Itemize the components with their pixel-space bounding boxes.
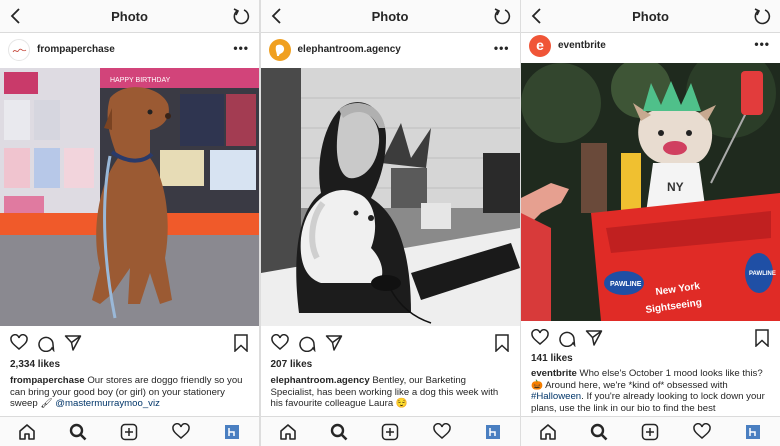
profile-icon[interactable]: [225, 425, 239, 439]
post-header: e eventbrite •••: [521, 33, 780, 61]
wagon-logo-text-2: PAWLINE: [749, 271, 776, 277]
profile-icon[interactable]: [485, 425, 500, 439]
caption-username[interactable]: frompaperchase: [10, 375, 85, 386]
activity-heart-icon[interactable]: [432, 423, 451, 441]
office-dog-image: [260, 68, 520, 326]
avatar[interactable]: [268, 39, 291, 61]
avatar[interactable]: [8, 39, 30, 61]
caption-mention-link[interactable]: @mastermurraymoo_viz: [55, 398, 160, 409]
share-icon[interactable]: [585, 329, 603, 347]
bookmark-icon[interactable]: [754, 329, 770, 347]
heart-icon[interactable]: [531, 329, 549, 347]
username-link[interactable]: eventbrite: [558, 40, 606, 51]
top-nav-bar: Photo: [0, 0, 259, 33]
post-photo[interactable]: HAPPY BIRTHDAY: [0, 68, 259, 326]
comment-icon[interactable]: [558, 329, 576, 347]
bottom-nav-bar: [0, 416, 259, 446]
page-title: Photo: [111, 9, 148, 24]
refresh-icon[interactable]: [492, 6, 512, 26]
like-count[interactable]: 207 likes: [271, 359, 313, 370]
bottom-nav-bar: [260, 416, 520, 446]
screenshot-collage: Photo frompaperchase ••• HAPPY BIRTHDAY …: [0, 0, 780, 446]
elephant-logo-icon: [275, 44, 284, 56]
refresh-icon[interactable]: [752, 6, 772, 26]
like-count[interactable]: 2,334 likes: [10, 359, 60, 370]
post-header: elephantroom.agency •••: [261, 33, 520, 67]
post-actions: [521, 325, 780, 351]
more-options-icon[interactable]: •••: [494, 41, 510, 55]
post-actions: [0, 330, 259, 356]
more-options-icon[interactable]: •••: [233, 41, 249, 55]
share-icon[interactable]: [325, 334, 343, 352]
bookmark-icon[interactable]: [233, 334, 249, 352]
comment-icon[interactable]: [37, 334, 55, 352]
activity-heart-icon[interactable]: [693, 423, 711, 441]
post-screen-eventbrite: Photo e eventbrite ••• NY PAWLINE New Yo…: [521, 0, 780, 446]
bookmark-icon[interactable]: [494, 334, 510, 352]
post-caption: elephantroom.agency Bentley, our Barketi…: [271, 375, 512, 410]
post-photo[interactable]: [260, 68, 520, 326]
caption-username[interactable]: eventbrite: [531, 368, 577, 379]
post-header: frompaperchase •••: [0, 33, 259, 67]
wagon-logo-text: PAWLINE: [610, 281, 642, 288]
profile-icon[interactable]: [746, 425, 760, 439]
caption-username[interactable]: elephantroom.agency: [271, 375, 370, 386]
page-title: Photo: [632, 9, 669, 24]
top-nav-bar: Photo: [521, 0, 780, 33]
username-link[interactable]: elephantroom.agency: [298, 44, 401, 55]
dog-in-store-image: HAPPY BIRTHDAY: [0, 68, 259, 326]
post-actions: [261, 330, 520, 356]
more-options-icon[interactable]: •••: [754, 37, 770, 51]
store-sign-text: HAPPY BIRTHDAY: [110, 77, 171, 84]
post-caption: frompaperchase Our stores are doggo frie…: [10, 375, 251, 410]
new-post-icon[interactable]: [641, 423, 659, 441]
username-link[interactable]: frompaperchase: [37, 44, 115, 55]
heart-icon[interactable]: [10, 334, 28, 352]
share-icon[interactable]: [64, 334, 82, 352]
post-caption: eventbrite Who else's October 1 mood loo…: [531, 368, 772, 414]
top-nav-bar: Photo: [260, 0, 520, 33]
comment-icon[interactable]: [298, 334, 316, 352]
search-icon[interactable]: [69, 423, 87, 441]
search-icon[interactable]: [590, 423, 608, 441]
activity-heart-icon[interactable]: [172, 423, 190, 441]
paperchase-logo-icon: [12, 48, 27, 53]
post-screen-elephantroom: Photo elephantroom.agency ••• 207 likes …: [260, 0, 520, 446]
page-title: Photo: [371, 9, 409, 24]
eventbrite-logo-letter: e: [536, 37, 544, 53]
post-photo[interactable]: NY PAWLINE New York Sightseeing PAWLINE: [521, 63, 780, 321]
search-icon[interactable]: [330, 423, 348, 441]
avatar[interactable]: e: [529, 35, 551, 57]
new-post-icon[interactable]: [381, 423, 399, 441]
new-post-icon[interactable]: [120, 423, 138, 441]
refresh-icon[interactable]: [231, 6, 251, 26]
post-screen-frompaperchase: Photo frompaperchase ••• HAPPY BIRTHDAY …: [0, 0, 259, 446]
home-icon[interactable]: [279, 423, 297, 441]
bottom-nav-bar: [521, 416, 780, 446]
home-icon[interactable]: [18, 423, 36, 441]
halloween-dog-image: NY PAWLINE New York Sightseeing PAWLINE: [521, 63, 780, 321]
heart-icon[interactable]: [270, 334, 289, 352]
caption-hashtag-link[interactable]: #Halloween: [531, 391, 581, 402]
like-count[interactable]: 141 likes: [531, 353, 573, 364]
home-icon[interactable]: [539, 423, 557, 441]
shirt-text: NY: [667, 180, 684, 194]
